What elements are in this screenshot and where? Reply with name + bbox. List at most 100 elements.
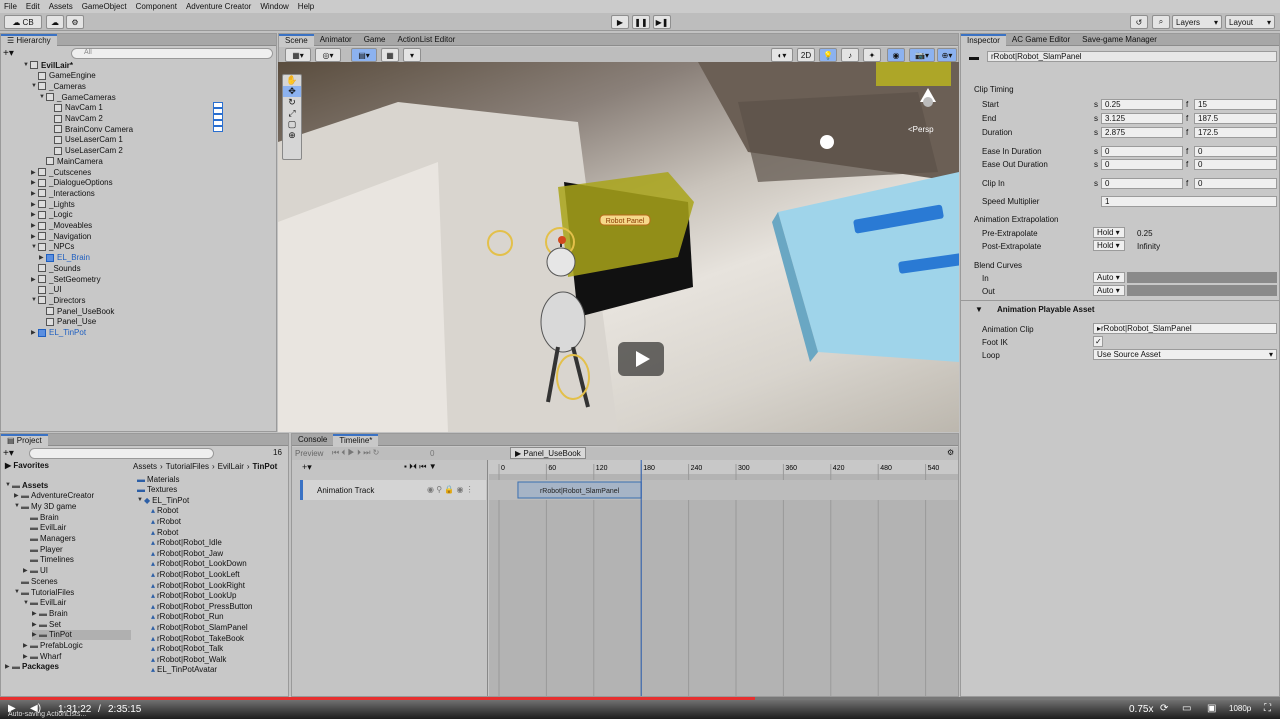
expand-arrow-icon[interactable]: ▶ (31, 329, 38, 336)
tab-scene[interactable]: Scene (279, 34, 314, 46)
frames-field[interactable]: 0 (1194, 158, 1277, 170)
frames-field[interactable]: 0 (1194, 145, 1277, 157)
asset-item[interactable]: ▴ EL_TinPotAvatar (151, 665, 217, 675)
expand-arrow-icon[interactable]: ▶ (5, 663, 12, 670)
expand-arrow-icon[interactable]: ▶ (31, 201, 38, 208)
hidden-objects-icon[interactable]: ◉ (887, 48, 905, 62)
speed-label[interactable]: 0.75x (1129, 704, 1153, 715)
hierarchy-item[interactable]: ▼ _Cameras (31, 81, 86, 91)
transform-tool-icon[interactable]: ⊕ (288, 130, 296, 141)
project-folder[interactable]: ▶ ▬ Packages (5, 662, 59, 672)
tab-animator[interactable]: Animator (314, 34, 358, 46)
blend-out-dropdown[interactable]: Auto ▾ (1093, 285, 1125, 296)
effects-icon[interactable]: ✦ (863, 48, 881, 62)
hierarchy-item[interactable]: ▶ _DialogueOptions (31, 178, 113, 188)
expand-arrow-icon[interactable]: ▶ (31, 190, 38, 197)
hierarchy-item[interactable]: BrainConv Camera (47, 124, 133, 134)
loop-icon[interactable]: ⟳ (1160, 703, 1168, 714)
breadcrumb-item[interactable]: EvilLair (218, 462, 244, 471)
tab-game[interactable]: Game (358, 34, 392, 46)
project-folder[interactable]: ▬ Timelines (23, 555, 74, 565)
tab-timeline[interactable]: Timeline* (333, 434, 379, 446)
hierarchy-item[interactable]: ▶ _Cutscenes (31, 167, 91, 177)
breadcrumb-item[interactable]: TinPot (253, 462, 278, 471)
theater-icon[interactable]: ▣ (1207, 703, 1216, 714)
search-icon[interactable]: ⌕ (1152, 15, 1170, 29)
asset-item[interactable]: ▴ rRobot|Robot_PressButton (151, 601, 252, 611)
frame-field[interactable]: 0 (430, 449, 434, 458)
timeline-asset-selector[interactable]: ▶ Panel_UseBook (510, 447, 586, 459)
grid-icon[interactable]: ▦ (381, 48, 399, 62)
search-input[interactable]: All (71, 48, 273, 59)
hierarchy-item[interactable]: NavCam 2 (47, 114, 103, 124)
hierarchy-item[interactable]: ▶ _Interactions (31, 188, 95, 198)
project-folder[interactable]: ▼ ▬ Assets (5, 480, 48, 490)
project-folder[interactable]: ▶ ▬ Set (32, 619, 61, 629)
favorites-label[interactable]: ▶ Favorites (5, 461, 49, 470)
move-tool-icon[interactable]: ✥ (283, 86, 301, 97)
hierarchy-item[interactable]: ▶ _Moveables (31, 221, 92, 231)
loop-dropdown[interactable]: Use Source Asset ▾ (1093, 349, 1277, 360)
hierarchy-item[interactable]: Panel_UseBook (39, 306, 114, 316)
hierarchy-item[interactable]: ▶ _Logic (31, 210, 73, 220)
hierarchy-item[interactable]: GameEngine (31, 71, 96, 81)
project-folder[interactable]: ▬ EvilLair (23, 523, 66, 533)
project-folder[interactable]: ▼ ▬ TutorialFiles (14, 587, 74, 597)
expand-arrow-icon[interactable]: ▶ (32, 610, 39, 617)
expand-arrow-icon[interactable]: ▼ (5, 482, 12, 488)
asset-item[interactable]: ▬ Materials (137, 474, 179, 484)
project-folder[interactable]: ▶ ▬ UI (23, 566, 48, 576)
hierarchy-item[interactable]: UseLaserCam 2 (47, 146, 123, 156)
expand-arrow-icon[interactable]: ▼ (137, 497, 144, 503)
add-track-icon[interactable]: +▾ (302, 462, 312, 473)
seconds-field[interactable]: 2.875 (1101, 126, 1183, 138)
breadcrumb-item[interactable]: Assets (133, 462, 157, 471)
asset-item[interactable]: ▴ rRobot|Robot_Jaw (151, 548, 223, 558)
seconds-field[interactable]: 0 (1101, 158, 1183, 170)
grid-snap-icon[interactable]: ▤▾ (351, 48, 377, 62)
hierarchy-item[interactable]: ▼ _GameCameras (39, 92, 116, 102)
project-folder[interactable]: ▼ ▬ My 3D game (14, 501, 76, 511)
expand-arrow-icon[interactable]: ▶ (23, 567, 30, 574)
transport-icons[interactable]: ⏮ ⏴ ▶ ⏵ ⏭ ↻ (332, 448, 379, 458)
camera-settings-icon[interactable]: 📷▾ (909, 48, 935, 62)
fullscreen-icon[interactable]: ⛶ (1264, 703, 1271, 714)
project-folder[interactable]: ▬ Player (23, 544, 63, 554)
expand-arrow-icon[interactable]: ▼ (31, 244, 38, 250)
hierarchy-item[interactable]: ▼ _Directors (31, 295, 85, 305)
layout-dropdown[interactable]: Layout ▾ (1225, 15, 1275, 29)
asset-item[interactable]: ▴ rRobot|Robot_LookRight (151, 580, 245, 590)
add-icon[interactable]: +▾ (3, 448, 14, 459)
menu-file[interactable]: File (4, 2, 17, 11)
expand-arrow-icon[interactable]: ▼ (23, 62, 30, 68)
frames-field[interactable]: 172.5 (1194, 126, 1277, 138)
hierarchy-item[interactable]: _Sounds (31, 263, 81, 273)
timeline-area[interactable]: 0 60 120 180 240 300 360 420 480 540 rRobot|Robot_… (489, 460, 958, 696)
history-icon[interactable]: ↺ (1130, 15, 1148, 29)
chevron-down-icon[interactable]: ▼ (975, 305, 983, 314)
asset-item[interactable]: ▴ rRobot|Robot_TakeBook (151, 633, 244, 643)
expand-arrow-icon[interactable]: ▶ (23, 642, 30, 649)
asset-item[interactable]: ▴ rRobot|Robot_LookLeft (151, 569, 240, 579)
blend-in-curve[interactable] (1127, 272, 1277, 283)
scene-viewport[interactable]: Robot Panel <Persp ✋ ✥ ↻ ⤢ ▢ ⊕ (278, 62, 959, 432)
step-button[interactable]: ▶❚ (653, 15, 671, 29)
hierarchy-item[interactable]: ▶ _Lights (31, 199, 75, 209)
account-button[interactable]: ☁ CB (4, 15, 42, 29)
hierarchy-item[interactable]: Panel_Use (39, 317, 96, 327)
pre-extrapolate-dropdown[interactable]: Hold ▾ (1093, 227, 1125, 238)
light-icon[interactable]: 💡 (819, 48, 837, 62)
hierarchy-item[interactable]: NavCam 1 (47, 103, 103, 113)
pause-button[interactable]: ❚❚ (632, 15, 650, 29)
collab-icon[interactable]: ☁ (46, 15, 64, 29)
rect-tool-icon[interactable]: ▢ (288, 119, 297, 130)
menu-component[interactable]: Component (136, 2, 177, 11)
animation-clip-field[interactable]: ▸ rRobot|Robot_SlamPanel (1093, 323, 1277, 334)
expand-arrow-icon[interactable]: ▼ (14, 589, 21, 595)
hierarchy-item[interactable]: ▼ EvilLair* (23, 60, 73, 70)
seconds-field[interactable]: 0.25 (1101, 98, 1183, 110)
play-button[interactable]: ▶ (611, 15, 629, 29)
frames-field[interactable]: 187.5 (1194, 112, 1277, 124)
asset-item[interactable]: ▴ rRobot|Robot_LookUp (151, 591, 236, 601)
menu-gameobject[interactable]: GameObject (82, 2, 127, 11)
